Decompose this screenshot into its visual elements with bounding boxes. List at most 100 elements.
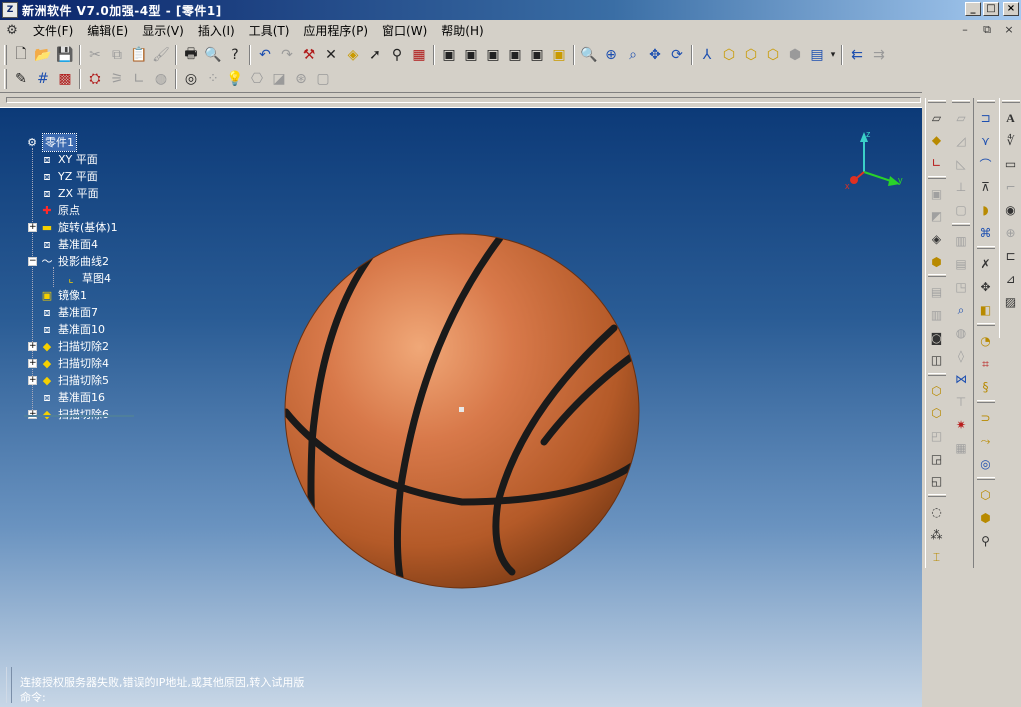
curve-split-icon[interactable]: ◧ xyxy=(976,299,996,321)
maximize-button[interactable]: □ xyxy=(983,2,999,16)
linear-pattern-icon[interactable]: ⁂ xyxy=(927,524,947,546)
command-prompt[interactable]: 命令: xyxy=(20,689,46,705)
cube-hidden-icon[interactable]: ⬡ xyxy=(762,44,784,66)
text-icon[interactable]: A xyxy=(1001,107,1021,129)
draft-icon[interactable]: ◫ xyxy=(927,349,947,371)
curve-project-icon[interactable]: ✗ xyxy=(976,253,996,275)
sweep-guide-icon[interactable]: ⌗ xyxy=(976,353,996,375)
spiral-icon[interactable]: ◎ xyxy=(976,453,996,475)
view-iso-icon[interactable]: ▣ xyxy=(526,44,548,66)
copy-icon[interactable]: ⧉ xyxy=(106,44,128,66)
toolbar-grip[interactable] xyxy=(4,45,7,65)
insert-part-icon[interactable]: ⚲ xyxy=(976,530,996,552)
zoom-fit-icon[interactable]: 🔍 xyxy=(578,44,600,66)
center-mark-icon[interactable]: ⊕ xyxy=(1001,222,1021,244)
wrap-icon[interactable]: ◊ xyxy=(951,345,971,367)
cut-icon[interactable]: ✂ xyxy=(84,44,106,66)
menu-applications[interactable]: 应用程序(P) xyxy=(296,21,375,41)
select-filter-icon[interactable]: ⚲ xyxy=(386,44,408,66)
light-icon[interactable]: 💡 xyxy=(224,68,246,90)
hatch-icon[interactable]: ▨ xyxy=(1001,291,1021,313)
rib-icon[interactable]: ▥ xyxy=(927,304,947,326)
dome-icon[interactable]: ⊤ xyxy=(951,391,971,413)
trim-surface-icon[interactable]: ▢ xyxy=(951,199,971,221)
inspect-icon[interactable]: ⌕ xyxy=(951,299,971,321)
camera-icon[interactable]: ⎔ xyxy=(246,68,268,90)
document-icon[interactable]: ⚙ xyxy=(4,23,20,39)
hole-icon[interactable]: ◙ xyxy=(927,327,947,349)
sketch-spline-icon[interactable]: ◗ xyxy=(976,199,996,221)
zoom-window-icon[interactable]: ⌕ xyxy=(622,44,644,66)
tree-item[interactable]: − 〜投影曲线2 xyxy=(24,253,118,270)
sphere-icon[interactable]: ◍ xyxy=(150,68,172,90)
pattern-icon[interactable]: ◱ xyxy=(927,471,947,493)
weld-icon[interactable]: ⊿ xyxy=(1001,268,1021,290)
balloon-icon[interactable]: ◉ xyxy=(1001,199,1021,221)
color-icon[interactable]: ▩ xyxy=(54,68,76,90)
menu-help[interactable]: 帮助(H) xyxy=(434,21,490,41)
layout-right-icon[interactable]: ⇉ xyxy=(868,44,890,66)
sketch-line-icon[interactable]: ⊼ xyxy=(976,176,996,198)
tree-item[interactable]: ⧈ YZ 平面 xyxy=(24,168,118,185)
cut-feature-icon[interactable]: ⬡ xyxy=(927,403,947,425)
split-line-icon[interactable]: ▥ xyxy=(951,230,971,252)
indent-icon[interactable]: ▦ xyxy=(951,437,971,459)
rotate-icon[interactable]: ⟳ xyxy=(666,44,688,66)
tree-item[interactable]: + ◆ 扫描切除2 xyxy=(24,338,118,355)
menu-file[interactable]: 文件(F) xyxy=(26,21,80,41)
plane-surface-icon[interactable]: ▱ xyxy=(951,107,971,129)
tree-item[interactable]: + ▬ 旋转(基体)1 xyxy=(24,219,118,236)
deform-icon[interactable]: ✷ xyxy=(951,414,971,436)
spring-icon[interactable]: ⤳ xyxy=(976,430,996,452)
rebuild-icon[interactable]: ⚒ xyxy=(298,44,320,66)
save-icon[interactable]: 💾 xyxy=(54,44,76,66)
display-dropdown-icon[interactable]: ▾ xyxy=(828,44,838,66)
delete-icon[interactable]: ✕ xyxy=(320,44,342,66)
datum-plane-icon[interactable]: ▱ xyxy=(927,107,947,129)
sketch-fit-icon[interactable]: ⌘ xyxy=(976,222,996,244)
view-back-icon[interactable]: ▣ xyxy=(460,44,482,66)
decal-icon[interactable]: ⊛ xyxy=(290,68,312,90)
print-icon[interactable]: 🖶 xyxy=(180,44,202,66)
tree-item[interactable]: ⧈ 基准面10 xyxy=(24,321,118,338)
render-icon[interactable]: ◎ xyxy=(180,68,202,90)
mdi-restore-button[interactable]: ⧉ xyxy=(979,23,995,37)
menu-tools[interactable]: 工具(T) xyxy=(242,21,297,41)
datum-label-icon[interactable]: ⊏ xyxy=(1001,245,1021,267)
sweep-path-icon[interactable]: ◔ xyxy=(976,330,996,352)
grid-icon[interactable]: # xyxy=(32,68,54,90)
tree-item[interactable]: + ◆ 扫描切除5 xyxy=(24,372,118,389)
cube-solid-icon[interactable]: ⬢ xyxy=(784,44,806,66)
expand-icon[interactable]: + xyxy=(28,342,37,351)
tree-item[interactable]: ▣ 镜像1 xyxy=(24,287,118,304)
redo-icon[interactable]: ↷ xyxy=(276,44,298,66)
paste-icon[interactable]: 📋 xyxy=(128,44,150,66)
boss-icon[interactable]: ⬡ xyxy=(927,380,947,402)
tree-item[interactable]: ⧈ XY 平面 xyxy=(24,151,118,168)
tree-item[interactable]: ⧈ ZX 平面 xyxy=(24,185,118,202)
shell-icon[interactable]: ▤ xyxy=(927,281,947,303)
view-normal-icon[interactable]: ▣ xyxy=(548,44,570,66)
feature-icon[interactable]: ⛭ xyxy=(84,68,106,90)
app-logo-icon[interactable]: Z xyxy=(2,2,18,18)
pan-icon[interactable]: ✥ xyxy=(644,44,666,66)
expand-icon[interactable]: + xyxy=(28,359,37,368)
fillet-icon[interactable]: ◰ xyxy=(927,425,947,447)
scene-icon[interactable]: ▢ xyxy=(312,68,334,90)
bound-icon[interactable]: ⚞ xyxy=(106,68,128,90)
cube-shaded-icon[interactable]: ⬡ xyxy=(718,44,740,66)
menu-view[interactable]: 显示(V) xyxy=(135,21,191,41)
datum-axis-icon[interactable]: ◆ xyxy=(927,130,947,152)
helix-icon[interactable]: ▤ xyxy=(951,253,971,275)
texture-icon[interactable]: ◪ xyxy=(268,68,290,90)
sketch-arc-icon[interactable]: ⌒ xyxy=(976,153,996,175)
analysis-icon[interactable]: ◍ xyxy=(951,322,971,344)
offset-surface-icon[interactable]: ◿ xyxy=(951,130,971,152)
measure-icon[interactable]: ▦ xyxy=(408,44,430,66)
tree-root[interactable]: ⚙ 零件1 xyxy=(24,133,118,152)
view-side-icon[interactable]: ▣ xyxy=(504,44,526,66)
component-icon[interactable]: ⬢ xyxy=(976,507,996,529)
new-icon[interactable]: 🗋 xyxy=(10,44,32,66)
undo-icon[interactable]: ↶ xyxy=(254,44,276,66)
sketch-pencil-icon[interactable]: ✎ xyxy=(10,68,32,90)
